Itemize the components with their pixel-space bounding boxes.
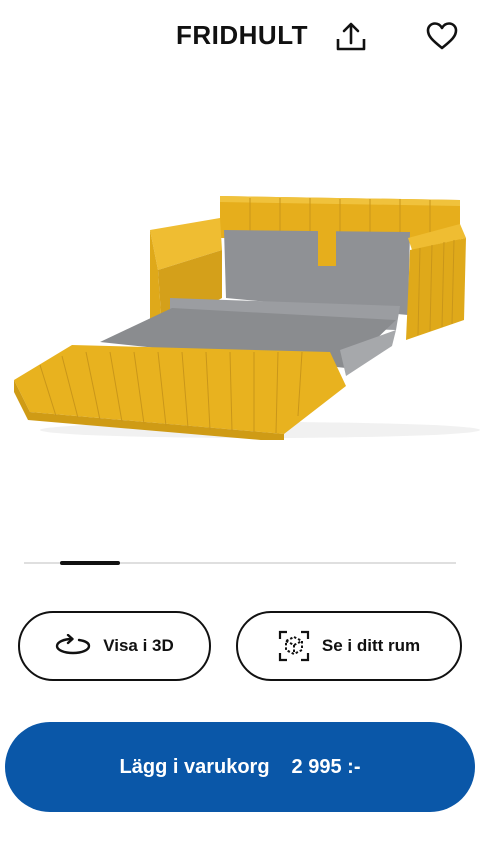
- product-image[interactable]: [0, 180, 480, 440]
- ar-cube-icon: [278, 630, 309, 662]
- see-in-room-label: Se i ditt rum: [321, 636, 421, 655]
- share-icon: [336, 22, 366, 51]
- carousel-position-thumb: [60, 561, 120, 565]
- add-to-cart-label: Lägg i varukorg: [119, 755, 270, 778]
- top-bar: FRIDHULT: [0, 0, 480, 74]
- product-title: FRIDHULT: [176, 20, 309, 50]
- view-in-3d-label: Visa i 3D: [103, 636, 174, 655]
- add-to-cart-button[interactable]: Lägg i varukorg 2 995 :-: [5, 722, 475, 812]
- favorite-button[interactable]: [422, 16, 462, 56]
- image-carousel-indicator[interactable]: [24, 561, 456, 565]
- price-label: 2 995 :-: [291, 755, 361, 778]
- see-in-room-button[interactable]: Se i ditt rum: [236, 611, 462, 681]
- view-in-3d-button[interactable]: Visa i 3D: [18, 611, 211, 681]
- heart-icon: [426, 22, 458, 50]
- share-button[interactable]: [331, 17, 371, 57]
- rotate-3d-icon: [56, 634, 91, 655]
